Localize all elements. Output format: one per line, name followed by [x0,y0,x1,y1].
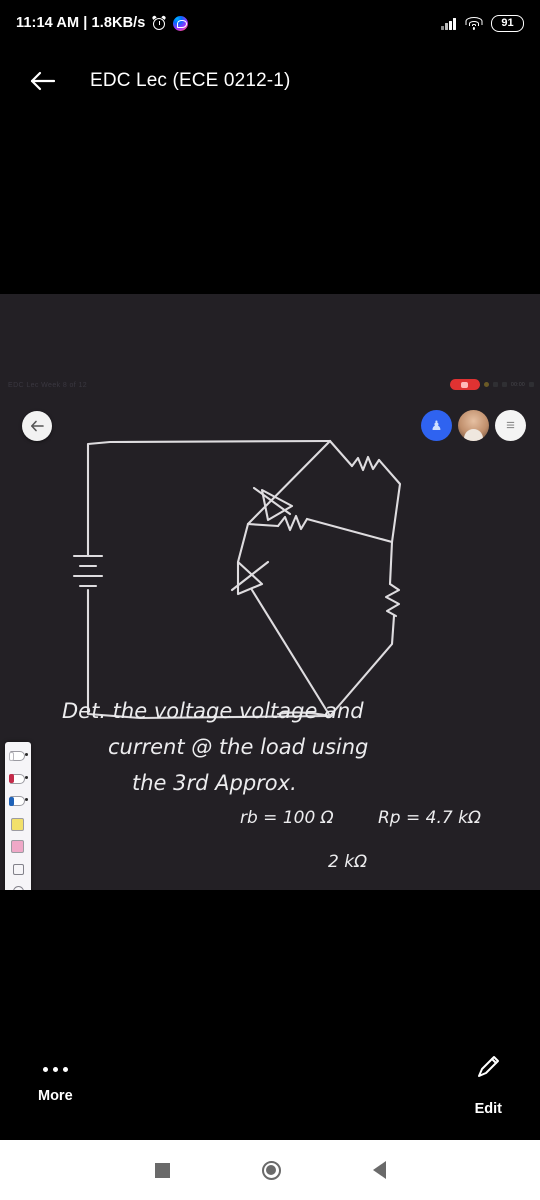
handwritten-notes: Det. the voltage voltage and current @ t… [62,439,481,872]
handwriting-line-1: Det. the voltage voltage and [62,699,364,723]
handwriting-given-rb: rb = 100 Ω [240,808,334,828]
cellular-signal-icon [441,17,456,30]
app-title-bar: EDC Lec (ECE 0212-1) [0,46,540,116]
handwriting-line-3: the 3rd Approx. [132,771,297,795]
phone-screen: 11:14 AM | 1.8KB/s 91 EDC Lec (ECE 0212-… [0,0,540,1200]
page-title: EDC Lec (ECE 0212-1) [90,70,291,91]
status-bar-right: 91 [441,14,524,32]
android-nav-bar [0,1140,540,1200]
recents-square-icon[interactable] [154,1162,170,1178]
wifi-icon [465,16,482,30]
messenger-icon [173,15,189,31]
pencil-edit-icon [475,1054,501,1085]
status-bar: 11:14 AM | 1.8KB/s 91 [0,0,540,46]
home-circle-icon[interactable] [261,1160,281,1180]
edit-button[interactable]: Edit [475,1054,502,1117]
status-clock: 11:14 AM | 1.8KB/s [16,15,146,31]
status-bar-left: 11:14 AM | 1.8KB/s [16,15,189,31]
more-button[interactable]: More [38,1066,73,1104]
edit-button-label: Edit [474,1100,502,1117]
bottom-action-bar: More Edit [0,1030,540,1140]
photo-viewer[interactable]: EDC Lec Week 8 of 12 00:00 ♟ ≡ Det. the … [0,294,540,890]
more-button-label: More [38,1087,73,1104]
alarm-clock-icon [152,15,167,30]
battery-indicator: 91 [491,14,524,32]
back-triangle-icon[interactable] [372,1161,386,1179]
handwriting-given-rp: Rp = 4.7 kΩ [378,808,481,828]
back-arrow-icon[interactable] [14,53,70,109]
screenshot-canvas: EDC Lec Week 8 of 12 00:00 ♟ ≡ Det. the … [0,294,540,890]
label-resistor-top: 2 kΩ [328,852,367,872]
handwriting-line-2: current @ the load using [108,735,368,759]
more-dots-icon [42,1066,68,1072]
